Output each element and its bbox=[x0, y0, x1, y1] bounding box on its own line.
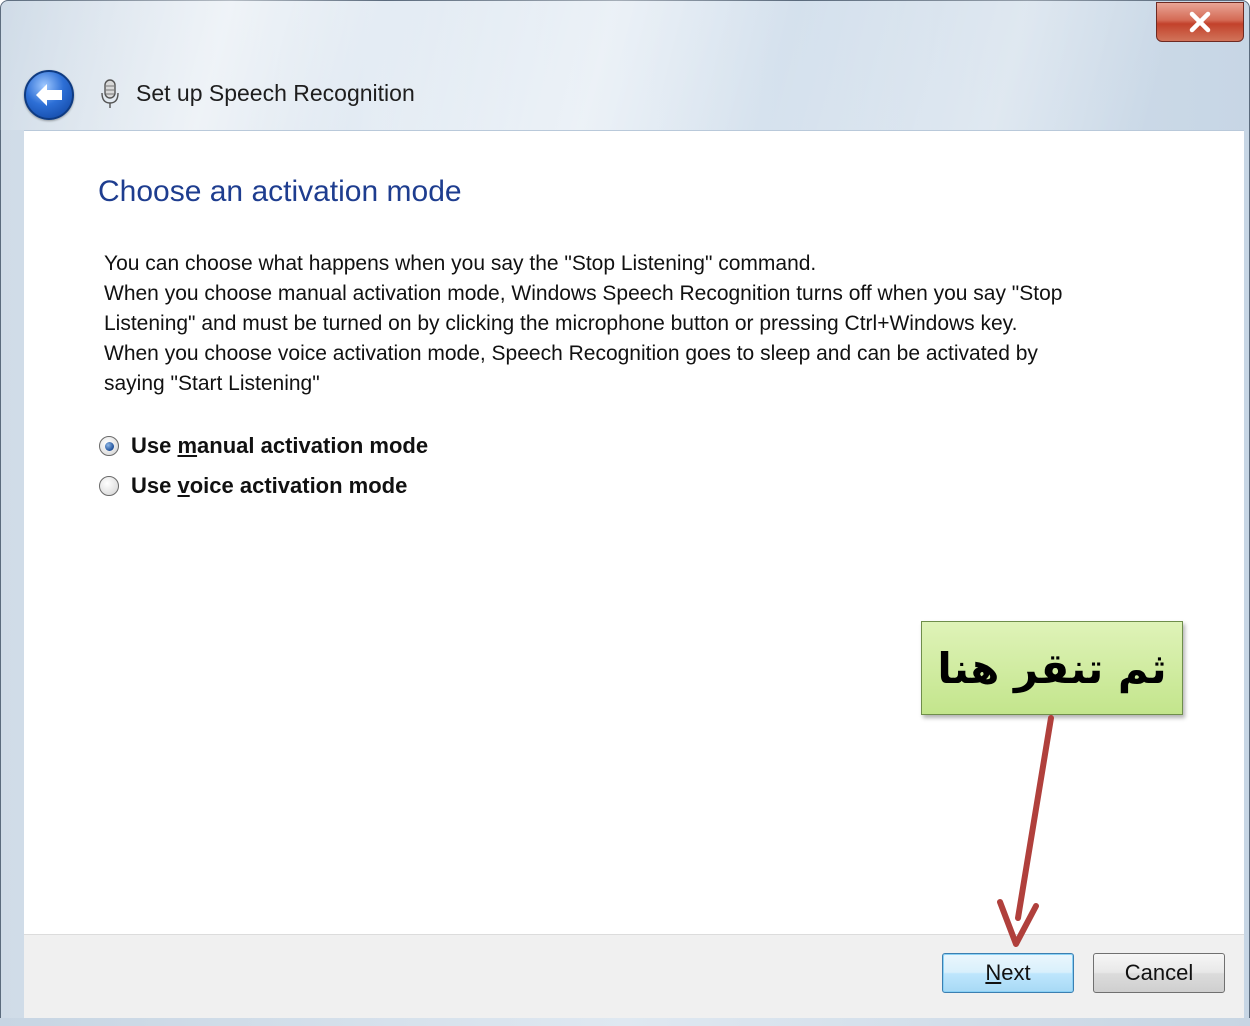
radio-label-accelerator: v bbox=[177, 473, 190, 498]
callout-text: ثم تنقر هنا bbox=[937, 643, 1167, 693]
radio-button-unselected[interactable] bbox=[99, 476, 119, 496]
footer-bar: Next Cancel bbox=[24, 934, 1244, 1019]
content-area: Choose an activation mode You can choose… bbox=[24, 130, 1244, 934]
radio-label-manual: Use manual activation mode bbox=[131, 433, 428, 459]
close-button[interactable] bbox=[1156, 2, 1244, 42]
back-button[interactable] bbox=[24, 70, 74, 120]
description-line: When you choose voice activation mode, S… bbox=[104, 342, 1038, 365]
radio-voice-activation[interactable]: Use voice activation mode bbox=[99, 471, 407, 501]
description-line: When you choose manual activation mode, … bbox=[104, 282, 1063, 305]
close-icon bbox=[1189, 11, 1211, 33]
next-button[interactable]: Next bbox=[942, 953, 1074, 993]
back-arrow-icon bbox=[36, 84, 62, 106]
page-heading: Choose an activation mode bbox=[98, 175, 462, 208]
window-title: Set up Speech Recognition bbox=[136, 80, 415, 106]
description-line: saying "Start Listening" bbox=[104, 372, 320, 395]
microphone-icon bbox=[101, 79, 119, 108]
description-line: You can choose what happens when you say… bbox=[104, 252, 817, 275]
cancel-button[interactable]: Cancel bbox=[1093, 953, 1225, 993]
radio-label-prefix: Use bbox=[131, 473, 178, 498]
radio-label-rest: anual activation mode bbox=[197, 433, 429, 458]
radio-label-accelerator: m bbox=[177, 433, 198, 458]
radio-button-selected[interactable] bbox=[99, 436, 119, 456]
radio-label-voice: Use voice activation mode bbox=[131, 473, 407, 499]
description-line: Listening" and must be turned on by clic… bbox=[104, 312, 1018, 335]
annotation-callout: ثم تنقر هنا bbox=[921, 621, 1183, 715]
radio-label-prefix: Use bbox=[131, 433, 178, 458]
next-label-rest: ext bbox=[1001, 960, 1031, 985]
window-bottom-edge bbox=[0, 1018, 1250, 1026]
radio-label-rest: oice activation mode bbox=[189, 473, 408, 498]
next-accelerator: N bbox=[985, 960, 1002, 985]
radio-manual-activation[interactable]: Use manual activation mode bbox=[99, 431, 428, 461]
description: You can choose what happens when you say… bbox=[104, 249, 1214, 399]
radio-selected-dot bbox=[104, 441, 114, 451]
